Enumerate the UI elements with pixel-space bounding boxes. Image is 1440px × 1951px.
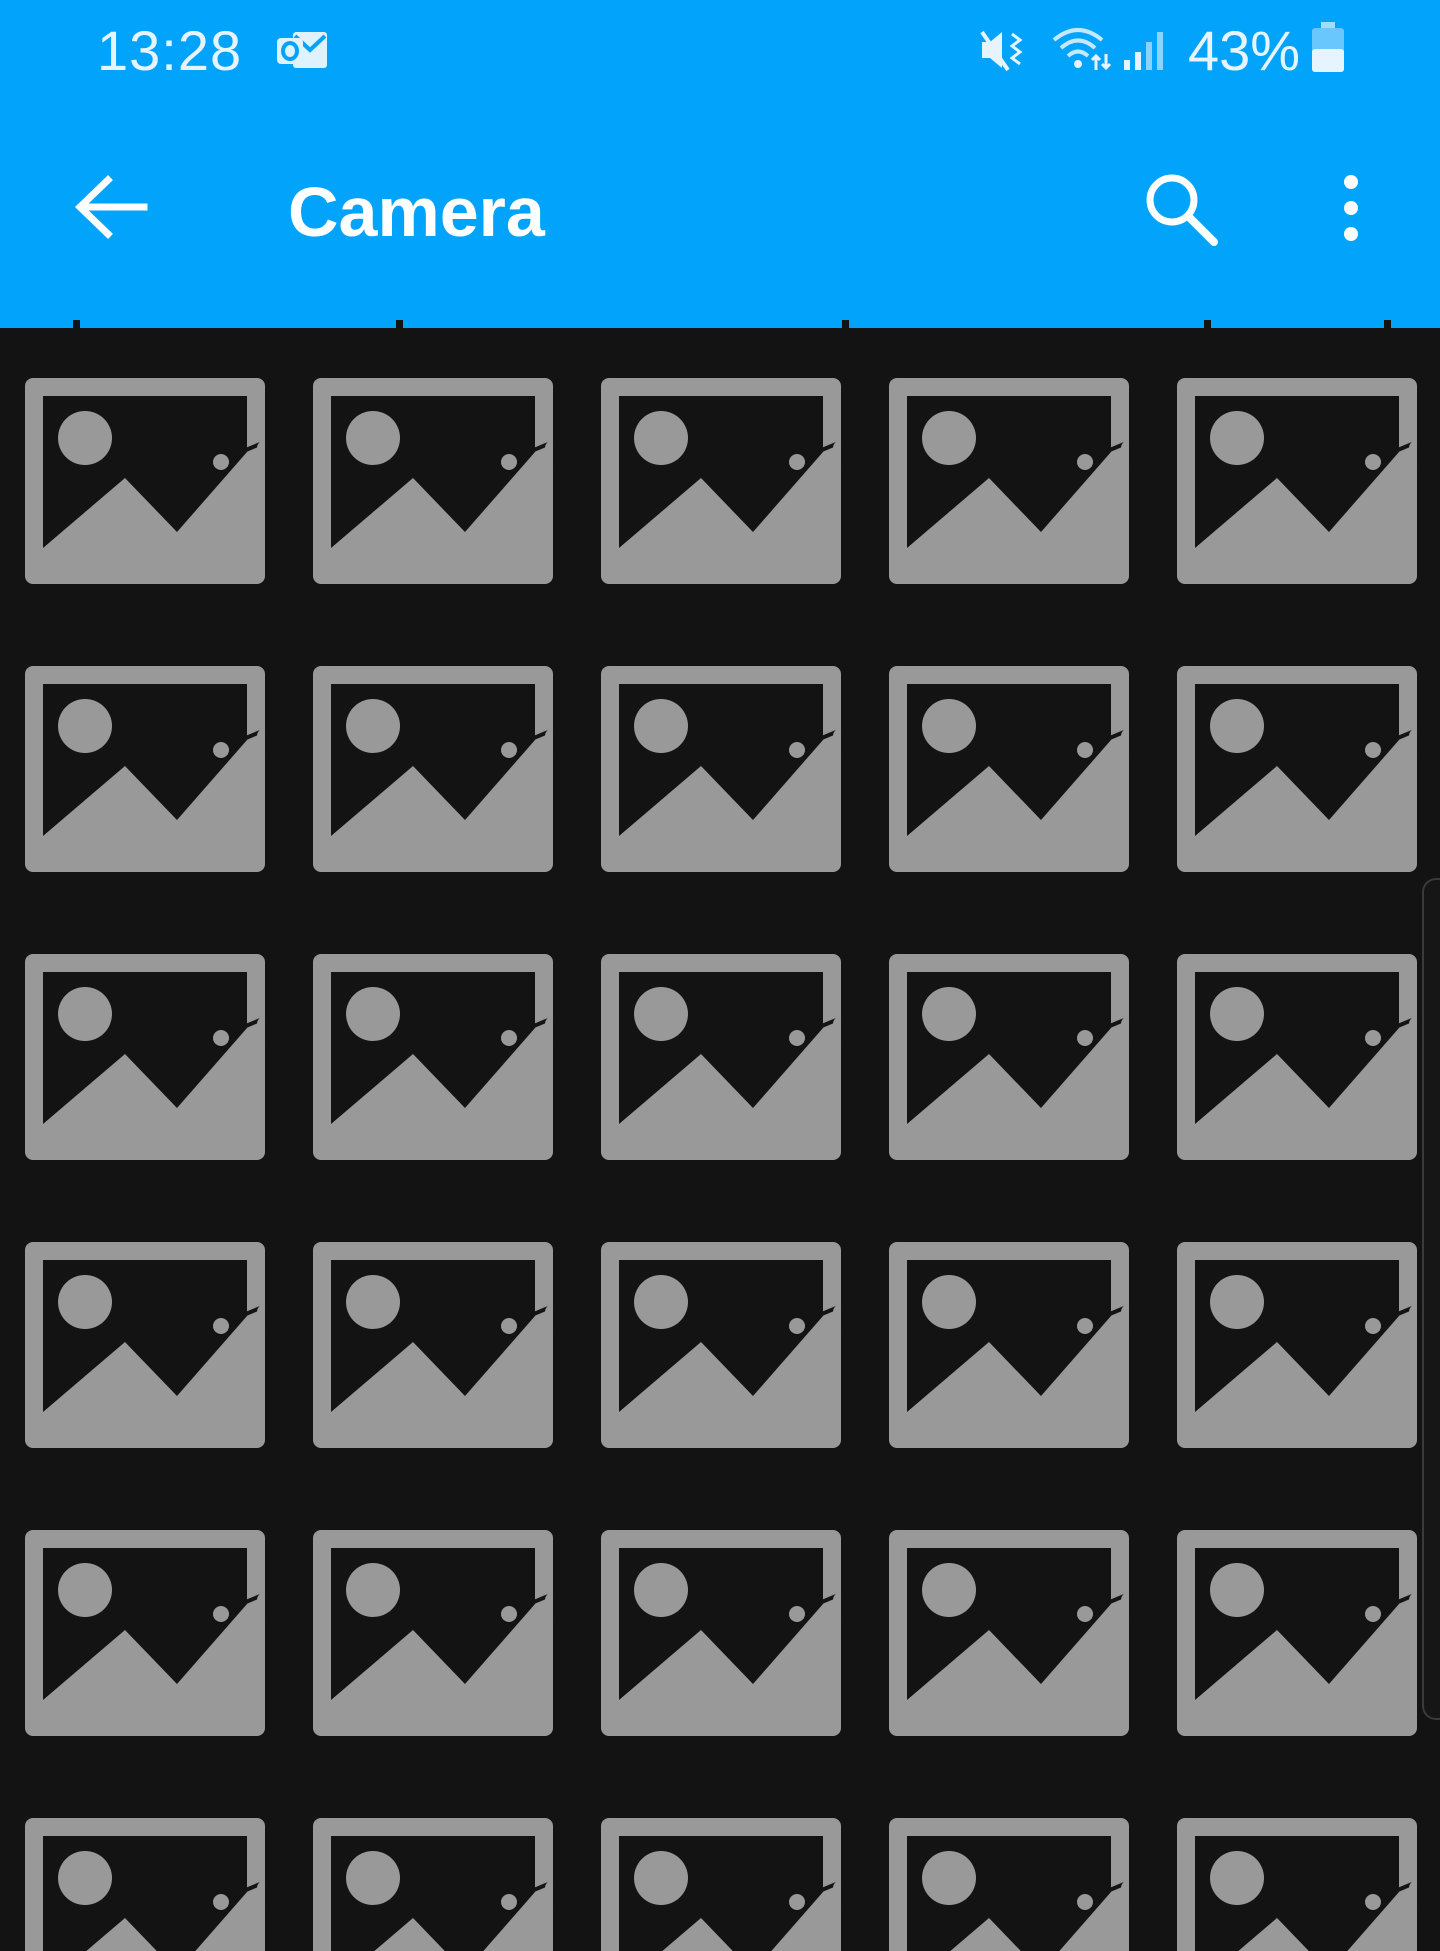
photo-thumbnail[interactable] <box>1177 1818 1417 1951</box>
battery-icon <box>1310 22 1346 74</box>
image-placeholder-icon <box>1177 1242 1417 1448</box>
photo-thumbnail[interactable] <box>889 666 1129 872</box>
image-placeholder-icon <box>313 378 553 584</box>
image-placeholder-icon <box>889 666 1129 872</box>
photo-thumbnail[interactable] <box>1177 1530 1417 1736</box>
photo-thumbnail[interactable] <box>889 378 1129 584</box>
photo-thumbnail[interactable] <box>889 954 1129 1160</box>
app-bar: Camera <box>0 100 1440 328</box>
image-placeholder-icon <box>313 1530 553 1736</box>
image-placeholder-icon <box>601 666 841 872</box>
photo-thumbnail[interactable] <box>313 378 553 584</box>
scrollbar[interactable] <box>1422 878 1440 1720</box>
image-placeholder-icon <box>25 954 265 1160</box>
image-placeholder-icon <box>25 1530 265 1736</box>
image-placeholder-icon <box>25 666 265 872</box>
fast-scroll-ticks <box>0 320 1440 336</box>
photo-thumbnail[interactable] <box>889 1530 1129 1736</box>
status-time: 13:28 <box>97 19 243 82</box>
image-placeholder-icon <box>1177 666 1417 872</box>
photo-thumbnail[interactable] <box>889 1242 1129 1448</box>
image-placeholder-icon <box>313 954 553 1160</box>
image-placeholder-icon <box>25 1818 265 1951</box>
photo-thumbnail[interactable] <box>313 1242 553 1448</box>
photo-thumbnail[interactable] <box>1177 954 1417 1160</box>
image-placeholder-icon <box>601 954 841 1160</box>
image-placeholder-icon <box>601 1242 841 1448</box>
image-placeholder-icon <box>25 1242 265 1448</box>
image-placeholder-icon <box>313 1242 553 1448</box>
page-title: Camera <box>288 173 545 251</box>
photo-thumbnail[interactable] <box>1177 666 1417 872</box>
photo-thumbnail[interactable] <box>313 954 553 1160</box>
photo-thumbnail[interactable] <box>889 1818 1129 1951</box>
signal-icon <box>1122 28 1168 72</box>
image-placeholder-icon <box>889 1818 1129 1951</box>
photo-thumbnail[interactable] <box>313 1818 553 1951</box>
image-placeholder-icon <box>889 1242 1129 1448</box>
photo-thumbnail[interactable] <box>601 1242 841 1448</box>
search-icon[interactable] <box>1140 168 1224 252</box>
photo-thumbnail[interactable] <box>601 666 841 872</box>
wifi-icon <box>1050 24 1112 74</box>
photo-thumbnail[interactable] <box>25 378 265 584</box>
photo-thumbnail[interactable] <box>25 954 265 1160</box>
photo-thumbnail[interactable] <box>25 1242 265 1448</box>
image-placeholder-icon <box>1177 1818 1417 1951</box>
more-vert-icon[interactable] <box>1318 168 1384 252</box>
photo-thumbnail[interactable] <box>1177 378 1417 584</box>
image-placeholder-icon <box>313 1818 553 1951</box>
mute-icon <box>978 26 1030 74</box>
photo-thumbnail[interactable] <box>601 1530 841 1736</box>
photo-grid <box>0 336 1440 1951</box>
image-placeholder-icon <box>889 1530 1129 1736</box>
image-placeholder-icon <box>889 954 1129 1160</box>
photo-thumbnail[interactable] <box>25 1818 265 1951</box>
status-bar: 13:28 43% <box>0 0 1440 100</box>
photo-thumbnail[interactable] <box>601 1818 841 1951</box>
image-placeholder-icon <box>313 666 553 872</box>
photo-thumbnail[interactable] <box>313 1530 553 1736</box>
battery-percentage: 43% <box>1188 19 1301 82</box>
back-arrow-icon[interactable] <box>72 172 152 242</box>
outlook-icon <box>275 28 329 72</box>
image-placeholder-icon <box>1177 954 1417 1160</box>
photo-thumbnail[interactable] <box>313 666 553 872</box>
photo-thumbnail[interactable] <box>25 666 265 872</box>
photo-thumbnail[interactable] <box>601 378 841 584</box>
photo-thumbnail[interactable] <box>1177 1242 1417 1448</box>
image-placeholder-icon <box>601 1530 841 1736</box>
image-placeholder-icon <box>889 378 1129 584</box>
photo-thumbnail[interactable] <box>25 1530 265 1736</box>
image-placeholder-icon <box>601 378 841 584</box>
image-placeholder-icon <box>1177 378 1417 584</box>
photo-thumbnail[interactable] <box>601 954 841 1160</box>
image-placeholder-icon <box>25 378 265 584</box>
image-placeholder-icon <box>601 1818 841 1951</box>
image-placeholder-icon <box>1177 1530 1417 1736</box>
